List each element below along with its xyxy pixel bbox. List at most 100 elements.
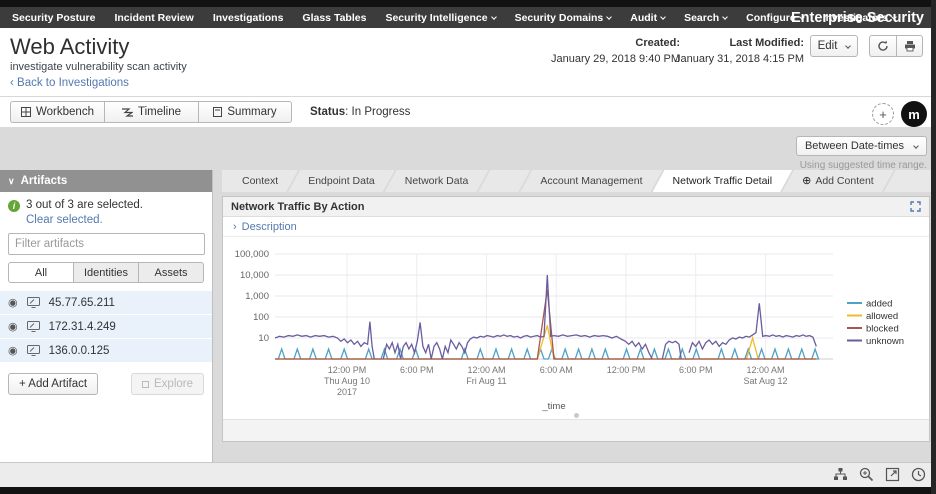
history-clock-icon[interactable] [911, 467, 926, 482]
selection-summary-row: i 3 out of 3 are selected. [0, 192, 212, 212]
screen-edge-top [0, 0, 936, 7]
filter-artifacts-input[interactable] [8, 233, 205, 255]
asset-monitor-icon [26, 345, 40, 356]
open-in-new-icon[interactable] [885, 467, 900, 482]
clear-selected-link[interactable]: Clear selected. [26, 214, 212, 226]
tab-endpoint-data[interactable]: Endpoint Data [288, 170, 395, 192]
legend-label-unknown[interactable]: unknown [866, 336, 904, 347]
nav-search[interactable]: Search [684, 11, 728, 24]
x-axis-tick-label: 12:00 AM [746, 365, 784, 375]
print-button[interactable] [896, 35, 923, 57]
legend-label-allowed[interactable]: allowed [866, 311, 898, 322]
nav-security-domains[interactable]: Security Domains [515, 12, 613, 24]
x-axis-tick-label: 6:00 AM [540, 365, 573, 375]
x-axis-tick-label: 12:00 PM [328, 365, 367, 375]
y-axis-tick-label: 10 [258, 333, 269, 344]
explore-label: Explore [154, 378, 193, 390]
chevron-down-icon [660, 13, 666, 20]
time-range-dropdown[interactable]: Between Date-times [795, 136, 927, 156]
nav-security-posture[interactable]: Security Posture [12, 12, 95, 24]
artifacts-tab-identities[interactable]: Identities [73, 262, 138, 283]
network-traffic-panel: Network Traffic By Action › Description … [222, 196, 930, 442]
artifact-row[interactable]: ◉ 136.0.0.125 [0, 339, 212, 363]
time-range-value: Between Date-times [804, 140, 904, 152]
artifacts-panel-header[interactable]: ∨ Artifacts [0, 170, 212, 192]
series-line-unknown [274, 321, 375, 360]
info-icon: i [8, 200, 20, 212]
legend-label-added[interactable]: added [866, 299, 892, 310]
back-to-investigations-link[interactable]: ‹ Back to Investigations [10, 77, 129, 89]
explore-icon [142, 380, 149, 388]
legend-label-blocked[interactable]: blocked [866, 324, 899, 335]
page-title: Web Activity [10, 34, 130, 59]
asset-monitor-icon [26, 297, 40, 308]
artifacts-panel: ∨ Artifacts i 3 out of 3 are selected. C… [0, 170, 213, 462]
chevron-down-icon [490, 13, 497, 20]
workbench-tab-button[interactable]: Workbench [10, 101, 104, 123]
nav-label: Search [684, 11, 720, 24]
add-collaborator-button[interactable]: + [872, 103, 894, 125]
scope-icon: ◉ [8, 321, 18, 333]
user-avatar[interactable]: m [901, 101, 927, 127]
artifacts-tab-assets[interactable]: Assets [138, 262, 204, 283]
carousel-dot[interactable] [573, 413, 579, 418]
explore-button[interactable]: Explore [131, 373, 204, 395]
x-axis-tick-label: Thu Aug 10 [324, 376, 370, 386]
tab-add-content[interactable]: ⊕ Add Content [782, 170, 894, 192]
y-axis-tick-label: 10,000 [240, 270, 269, 281]
artifacts-tab-all[interactable]: All [8, 262, 73, 283]
description-chevron-icon: › [233, 220, 237, 233]
status-label: Status [310, 106, 346, 118]
artifact-row[interactable]: ◉ 172.31.4.249 [0, 315, 212, 339]
nav-glass-tables[interactable]: Glass Tables [302, 12, 366, 24]
refresh-button[interactable] [869, 35, 896, 57]
tab-account-management[interactable]: Account Management [520, 170, 662, 192]
description-label: Description [241, 220, 297, 233]
series-line-added [275, 346, 820, 360]
back-link-label: Back to Investigations [17, 77, 129, 89]
network-traffic-chart[interactable]: 101001,00010,000100,00012:00 PMThu Aug 1… [229, 239, 919, 413]
timeline-tab-button[interactable]: Timeline [104, 101, 198, 123]
series-line-unknown [661, 340, 682, 360]
page-subtitle: investigate vulnerability scan activity [10, 61, 187, 73]
chevron-down-icon [722, 13, 728, 20]
printer-icon [904, 41, 915, 52]
expand-panel-icon[interactable] [910, 201, 921, 212]
summary-tab-button[interactable]: Summary [198, 101, 292, 123]
chevron-down-icon [913, 143, 919, 149]
nav-incident-review[interactable]: Incident Review [114, 12, 193, 24]
tab-context[interactable]: Context [222, 170, 298, 192]
asset-monitor-icon [26, 321, 40, 332]
nav-security-intelligence[interactable]: Security Intelligence [385, 12, 497, 24]
sitemap-icon[interactable] [833, 467, 848, 482]
selection-summary: 3 out of 3 are selected. [26, 199, 143, 211]
workbench-workspace: Between Date-times Using suggested time … [0, 127, 936, 462]
screen-edge-right [931, 0, 936, 494]
nav-audit[interactable]: Audit [630, 12, 666, 24]
investigation-status: Status: In Progress [310, 106, 410, 118]
series-line-unknown [688, 303, 817, 353]
edit-button[interactable]: Edit [810, 35, 858, 57]
page-header: Web Activity investigate vulnerability s… [0, 28, 936, 97]
description-toggle[interactable]: › Description [223, 217, 929, 237]
zoom-search-icon[interactable] [859, 467, 874, 482]
last-modified-label: Last Modified: [729, 37, 804, 49]
artifact-value: 45.77.65.211 [48, 296, 115, 309]
summary-label: Summary [227, 106, 277, 118]
add-content-label: Add Content [815, 175, 874, 187]
timeline-label: Timeline [137, 106, 182, 118]
last-modified-value: January 31, 2018 4:15 PM [674, 53, 804, 65]
nav-investigations[interactable]: Investigations [213, 12, 284, 24]
artifact-row[interactable]: ◉ 45.77.65.211 [0, 291, 212, 315]
back-chevron-icon: ‹ [10, 77, 14, 89]
x-axis-tick-label: 12:00 AM [467, 365, 505, 375]
add-content-icon: ⊕ [802, 175, 812, 187]
x-axis-title: _time [541, 401, 565, 412]
add-artifact-button[interactable]: + Add Artifact [8, 373, 99, 395]
scope-icon: ◉ [8, 345, 18, 357]
tab-network-traffic-detail[interactable]: Network Traffic Detail [653, 170, 793, 192]
refresh-icon [878, 40, 888, 51]
tab-network-data[interactable]: Network Data [385, 170, 489, 192]
chevron-down-icon [606, 13, 613, 20]
x-axis-tick-label: Fri Aug 11 [466, 376, 506, 386]
